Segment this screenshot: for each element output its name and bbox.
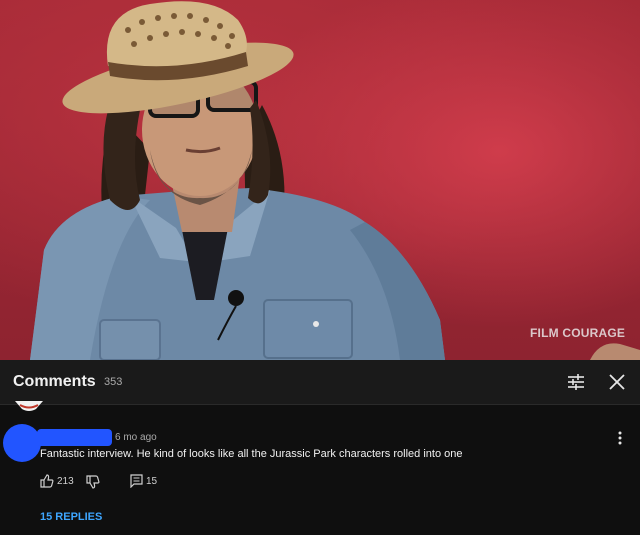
like-count: 213 [57, 476, 74, 487]
close-comments-button[interactable] [606, 371, 628, 393]
comments-header: Comments 353 [0, 360, 640, 404]
commenter-avatar[interactable] [3, 424, 41, 462]
header-divider [0, 404, 640, 405]
comment-timestamp: 6 mo ago [115, 432, 157, 443]
more-vertical-icon [618, 431, 622, 445]
view-replies-link[interactable]: 15 REPLIES [40, 511, 102, 523]
comment-reply-icon [130, 474, 143, 489]
redacted-username [37, 429, 112, 446]
reply-count: 15 [146, 476, 158, 487]
comments-panel: Comments 353 6 mo ago Fantastic intervie… [0, 360, 640, 535]
video-player[interactable]: FILM COURAGE [0, 0, 640, 360]
channel-watermark: FILM COURAGE [530, 326, 626, 340]
thumbs-down-icon [86, 475, 100, 489]
thumbs-up-icon [40, 474, 54, 488]
comment-more-button[interactable] [614, 430, 626, 446]
comments-title: Comments [13, 373, 96, 390]
sort-filter-button[interactable] [566, 372, 586, 392]
close-icon [609, 374, 625, 390]
reply-button[interactable] [130, 474, 143, 489]
previous-comment-avatar [14, 400, 44, 412]
dislike-button[interactable] [86, 475, 100, 489]
comment-text: Fantastic interview. He kind of looks li… [40, 448, 463, 460]
video-frame [30, 1, 640, 360]
sliders-icon [568, 374, 584, 390]
like-button[interactable] [40, 474, 54, 488]
comments-count: 353 [104, 376, 123, 388]
